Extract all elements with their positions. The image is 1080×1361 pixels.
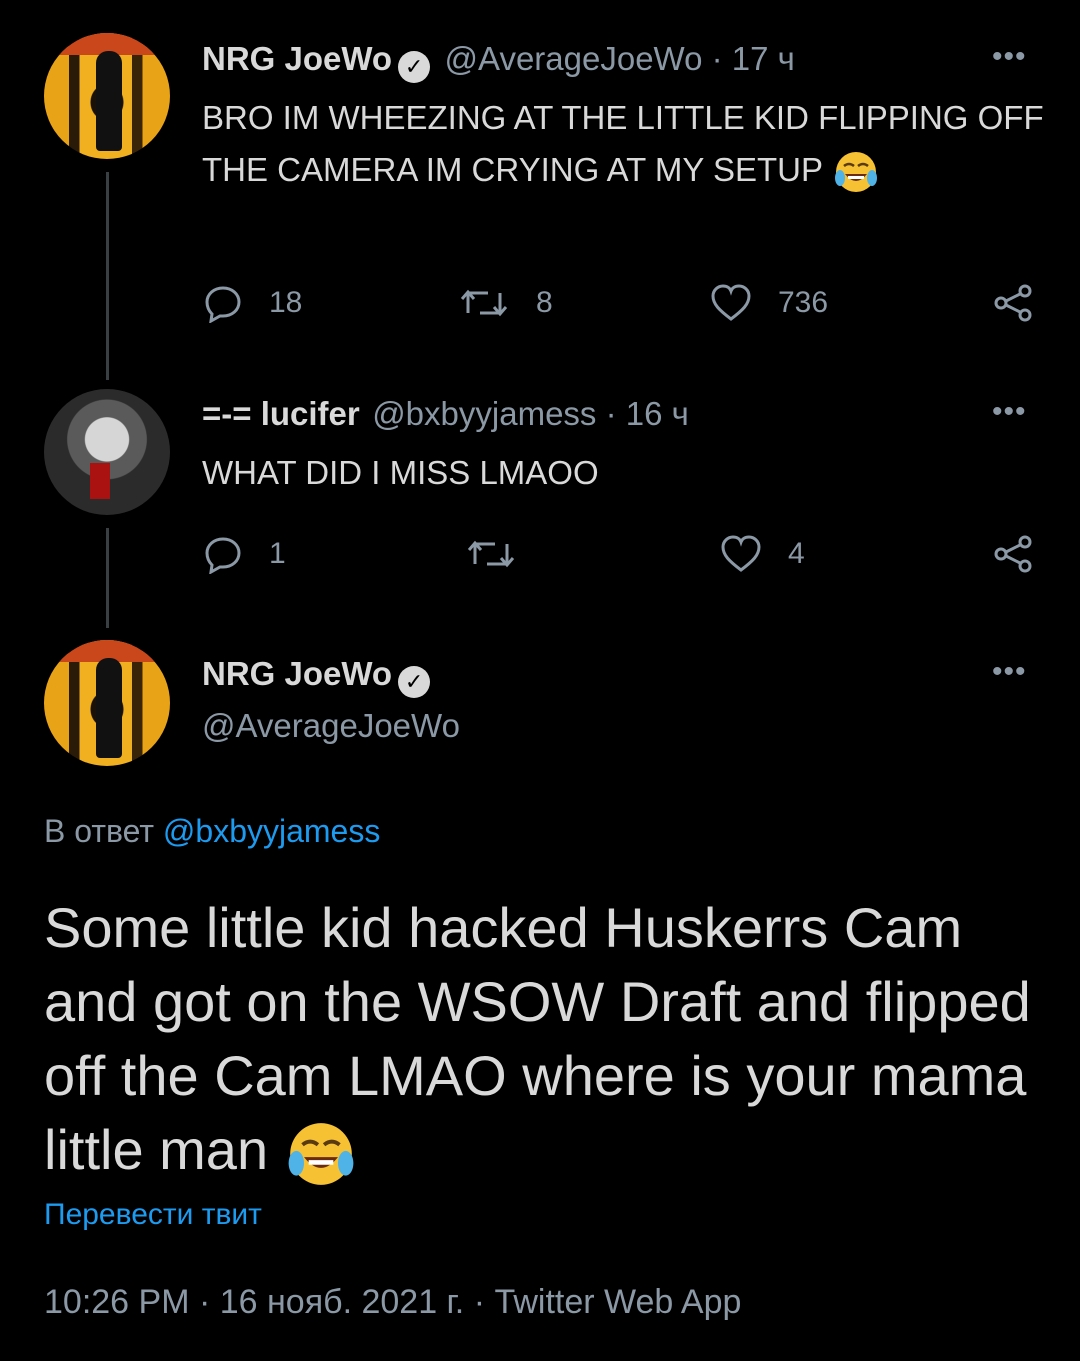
- retweet-icon: [467, 540, 515, 568]
- verified-badge-icon: ✓: [398, 666, 431, 698]
- author-name[interactable]: NRG JoeWo: [202, 40, 392, 77]
- reply-button[interactable]: 1: [203, 534, 286, 574]
- like-count: 736: [778, 286, 829, 319]
- face-with-tears-of-joy-icon: [288, 1123, 354, 1186]
- more-options-icon[interactable]: •••: [992, 395, 1027, 429]
- author-handle[interactable]: @AverageJoeWo: [202, 707, 460, 745]
- reply-mention-link[interactable]: @bxbyyjamess: [163, 813, 380, 849]
- main-tweet-body: Some little kid hacked Huskerrs Cam and …: [44, 896, 1031, 1181]
- main-tweet-text: Some little kid hacked Huskerrs Cam and …: [44, 891, 1044, 1191]
- avatar[interactable]: [44, 33, 170, 159]
- reply-count: 1: [269, 537, 286, 570]
- like-button[interactable]: 736: [710, 283, 828, 323]
- translate-tweet-link[interactable]: Перевести твит: [44, 1198, 262, 1232]
- more-options-icon[interactable]: •••: [992, 655, 1027, 689]
- tweet-text: WHAT DID I MISS LMAOO: [202, 447, 1062, 499]
- share-icon: [994, 535, 1032, 573]
- reply-count: 18: [269, 286, 303, 319]
- verified-badge-icon: ✓: [398, 51, 431, 83]
- share-button[interactable]: [992, 534, 1060, 574]
- retweet-button[interactable]: [465, 534, 543, 574]
- reply-icon: [205, 537, 241, 574]
- tweet-text: BRO IM WHEEZING AT THE LITTLE KID FLIPPI…: [202, 92, 1062, 196]
- heart-icon: [711, 284, 751, 321]
- thread-line-2: [106, 528, 109, 628]
- like-count: 4: [788, 537, 805, 570]
- heart-icon: [721, 535, 761, 572]
- thread-line-1: [106, 172, 109, 380]
- more-options-icon[interactable]: •••: [992, 40, 1027, 74]
- avatar[interactable]: [44, 389, 170, 515]
- tweet1-text: BRO IM WHEEZING AT THE LITTLE KID FLIPPI…: [202, 99, 1044, 188]
- tweet-timestamp[interactable]: 10:26 PM · 16 нояб. 2021 г. · Twitter We…: [44, 1283, 741, 1322]
- reply-context: В ответ @bxbyyjamess: [44, 813, 380, 850]
- author-name[interactable]: NRG JoeWo: [202, 655, 392, 692]
- main-author-name-row: NRG JoeWo ✓: [202, 655, 431, 698]
- share-button[interactable]: [992, 283, 1060, 323]
- retweet-button[interactable]: 8: [458, 283, 553, 323]
- author-handle[interactable]: @bxbyyjamess: [372, 395, 596, 432]
- retweet-count: 8: [536, 286, 553, 319]
- retweet-icon: [460, 289, 508, 317]
- tweet-time[interactable]: · 16 ч: [596, 395, 689, 432]
- author-handle[interactable]: @AverageJoeWo: [445, 40, 703, 77]
- like-button[interactable]: 4: [720, 534, 805, 574]
- reply-button[interactable]: 18: [203, 283, 302, 323]
- tweet-time[interactable]: · 17 ч: [702, 40, 795, 77]
- tweet2-text: WHAT DID I MISS LMAOO: [202, 454, 599, 491]
- reply-prefix: В ответ: [44, 813, 163, 849]
- face-with-tears-of-joy-icon: [834, 152, 877, 193]
- share-icon: [994, 284, 1032, 322]
- avatar[interactable]: [44, 640, 170, 766]
- tweet1-header: NRG JoeWo ✓ @AverageJoeWo · 17 ч: [202, 40, 795, 83]
- tweet2-header: =-= lucifer @bxbyyjamess · 16 ч: [202, 395, 689, 433]
- author-name[interactable]: =-= lucifer: [202, 395, 360, 432]
- reply-icon: [205, 286, 241, 323]
